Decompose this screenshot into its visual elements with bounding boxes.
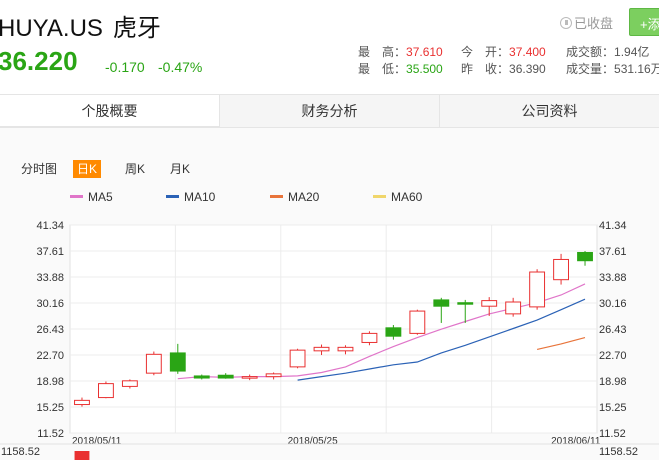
candle-body — [289, 349, 306, 368]
y-tick-label-left: 33.88 — [36, 272, 64, 284]
candle-body — [553, 258, 569, 281]
y-tick-label-left: 37.61 — [36, 246, 64, 258]
volume-axis-label-right: 1158.52 — [599, 446, 638, 458]
candle-body — [457, 302, 474, 305]
y-tick-label-left: 41.34 — [36, 220, 64, 232]
y-tick-label-left: 15.25 — [36, 402, 64, 414]
candle-body — [481, 300, 498, 307]
candle-body — [409, 310, 426, 334]
candle-body — [433, 299, 450, 307]
y-tick-label-right: 41.34 — [599, 220, 627, 232]
y-tick-label-right: 18.98 — [599, 376, 627, 388]
candle-body — [98, 383, 114, 399]
candle-body — [145, 353, 162, 374]
x-tick-label: 2018/05/25 — [288, 436, 338, 447]
candle-body — [577, 251, 593, 262]
candle-body — [169, 352, 186, 372]
candle-body — [121, 380, 138, 387]
x-tick-label: 2018/06/11 — [551, 436, 601, 447]
y-tick-label-left: 30.16 — [36, 298, 64, 310]
candle-body — [505, 301, 522, 315]
candle-body — [217, 374, 234, 379]
y-tick-label-right: 15.25 — [599, 402, 627, 414]
y-tick-label-left: 26.43 — [36, 324, 64, 336]
candle-body — [361, 332, 378, 343]
y-tick-label-right: 26.43 — [599, 324, 627, 336]
candle-body — [529, 271, 546, 308]
volume-axis-label-left: 1158.52 — [1, 446, 40, 458]
y-tick-label-left: 18.98 — [36, 376, 64, 388]
candlestick-chart: 41.34 41.34 37.61 37.61 33.88 33.88 30.16 30.16… — [0, 220, 659, 460]
y-tick-label-right: 37.61 — [599, 246, 627, 258]
candle-body — [265, 373, 282, 378]
candle-body — [193, 375, 210, 379]
y-tick-label-right: 33.88 — [599, 272, 627, 284]
y-tick-label-right: 11.52 — [599, 428, 626, 440]
y-tick-label-right: 22.70 — [599, 350, 627, 362]
y-tick-label-right: 30.16 — [599, 298, 627, 310]
candle-body — [385, 327, 402, 337]
candle-body — [337, 346, 354, 352]
volume-bar — [74, 451, 90, 460]
y-tick-label-left: 22.70 — [36, 350, 64, 362]
candle-body — [74, 399, 90, 406]
candle-body — [313, 346, 330, 352]
y-tick-label-left: 11.52 — [37, 428, 64, 440]
x-tick-label: 2018/05/11 — [72, 436, 122, 447]
candle-body — [241, 376, 258, 379]
